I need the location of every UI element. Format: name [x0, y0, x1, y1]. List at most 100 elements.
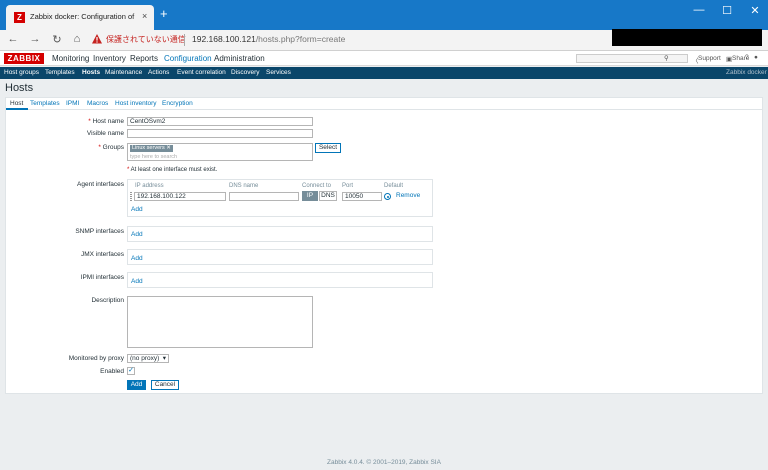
snmp-interfaces-box: Add	[127, 226, 433, 242]
select-groups-button[interactable]: Select	[315, 143, 341, 153]
cancel-button[interactable]: Cancel	[151, 380, 179, 390]
warning-icon[interactable]	[92, 34, 102, 44]
browser-titlebar: Z Zabbix docker: Configuration of × + — …	[0, 0, 768, 30]
interface-note: * At least one interface must exist.	[127, 167, 218, 173]
url-field[interactable]: 192.168.100.121/hosts.php?form=create	[192, 34, 345, 44]
group-search-placeholder[interactable]: type here to search	[130, 154, 177, 160]
enabled-label: Enabled	[100, 368, 124, 375]
connect-dns-button[interactable]: DNS	[319, 191, 337, 201]
url-path: /hosts.php?form=create	[255, 34, 346, 44]
agent-ip-field[interactable]: 192.168.100.122	[134, 192, 226, 201]
support-link[interactable]: Support	[698, 55, 721, 62]
menu-configuration[interactable]: Configuration	[164, 54, 212, 63]
minimize-icon[interactable]: —	[692, 4, 706, 16]
group-tag: Linux servers ✕	[130, 145, 173, 152]
sub-host-groups[interactable]: Host groups	[4, 69, 39, 76]
sub-actions[interactable]: Actions	[148, 69, 169, 76]
redacted-area	[612, 29, 762, 46]
tab-templates[interactable]: Templates	[30, 100, 60, 107]
groups-label-text: Groups	[102, 144, 124, 151]
add-agent-interface-link[interactable]: Add	[131, 206, 143, 213]
proxy-select[interactable]: (no proxy) ▾	[127, 354, 169, 363]
sub-event-correlation[interactable]: Event correlation	[177, 69, 226, 76]
zabbix-logo[interactable]: ZABBIX	[4, 53, 44, 64]
help-link[interactable]: ?	[745, 54, 749, 61]
sub-maintenance[interactable]: Maintenance	[105, 69, 142, 76]
window-close-icon[interactable]: ✕	[748, 4, 762, 17]
user-profile-icon[interactable]: ●	[754, 54, 758, 61]
port-header: Port	[342, 183, 354, 189]
url-host: 192.168.100.121	[192, 34, 256, 44]
tab-encryption[interactable]: Encryption	[162, 100, 193, 107]
group-tag-label: Linux servers	[132, 145, 165, 151]
tab-close-icon[interactable]: ×	[142, 11, 147, 21]
host-form-panel: Host Templates IPMI Macros Host inventor…	[5, 97, 763, 394]
menu-monitoring[interactable]: Monitoring	[52, 54, 89, 63]
reload-icon[interactable]: ↻	[50, 33, 64, 46]
default-header: Default	[384, 183, 404, 189]
ip-address-header: IP address	[135, 183, 164, 189]
host-name-label-text: Host name	[92, 118, 124, 125]
agent-interfaces-box: IP address DNS name Connect to Port Defa…	[127, 179, 433, 217]
visible-name-label: Visible name	[86, 130, 124, 137]
tab-ipmi[interactable]: IPMI	[66, 100, 79, 107]
add-snmp-interface-link[interactable]: Add	[131, 231, 143, 238]
drag-handle-icon[interactable]	[130, 192, 132, 201]
connect-ip-button[interactable]: IP	[302, 191, 318, 201]
groups-label: * Groups	[98, 144, 124, 151]
search-icon[interactable]: ⚲	[664, 54, 669, 62]
sub-discovery[interactable]: Discovery	[231, 69, 260, 76]
tab-title: Zabbix docker: Configuration of	[30, 12, 135, 21]
insecure-label[interactable]: 保護されていない通信	[106, 34, 186, 45]
agent-port-field[interactable]: 10050	[342, 192, 382, 201]
description-textarea[interactable]	[127, 296, 313, 348]
host-name-field[interactable]: CentOSvm2	[127, 117, 313, 126]
description-label: Description	[91, 297, 124, 304]
url-separator	[184, 34, 185, 46]
footer-copyright: Zabbix 4.0.4. © 2001–2019, Zabbix SIA	[327, 459, 441, 466]
sub-navigation: Host groups Templates Hosts Maintenance …	[0, 67, 768, 79]
search-input[interactable]	[576, 54, 688, 63]
proxy-value: (no proxy)	[130, 355, 160, 362]
remove-tag-icon[interactable]: ✕	[166, 145, 171, 151]
add-ipmi-interface-link[interactable]: Add	[131, 278, 143, 285]
host-name-label: * Host name	[88, 118, 124, 125]
ipmi-interfaces-box: Add	[127, 272, 433, 288]
interface-note-text: At least one interface must exist.	[130, 167, 218, 173]
server-name: Zabbix docker	[726, 69, 767, 76]
new-tab-icon[interactable]: +	[160, 7, 168, 20]
chevron-down-icon: ▾	[162, 355, 166, 362]
agent-dns-field[interactable]	[229, 192, 299, 201]
back-icon[interactable]: ←	[6, 33, 20, 45]
enabled-checkbox[interactable]: ✓	[127, 367, 135, 375]
agent-interfaces-label: Agent interfaces	[77, 181, 124, 188]
connect-to-header: Connect to	[302, 183, 332, 189]
menu-reports[interactable]: Reports	[130, 54, 158, 63]
proxy-label: Monitored by proxy	[68, 355, 124, 362]
tab-host-inventory[interactable]: Host inventory	[115, 100, 157, 107]
active-tab-indicator	[6, 108, 28, 110]
maximize-icon[interactable]: ☐	[720, 4, 734, 17]
default-radio[interactable]	[384, 193, 391, 200]
forward-icon[interactable]: →	[28, 33, 42, 45]
add-button[interactable]: Add	[127, 380, 146, 390]
snmp-interfaces-label: SNMP interfaces	[75, 228, 124, 235]
sub-hosts[interactable]: Hosts	[82, 69, 100, 76]
tab-host[interactable]: Host	[10, 100, 23, 107]
groups-multiselect[interactable]: Linux servers ✕ type here to search	[127, 143, 313, 161]
add-jmx-interface-link[interactable]: Add	[131, 255, 143, 262]
visible-name-field[interactable]	[127, 129, 313, 138]
menu-administration[interactable]: Administration	[214, 54, 265, 63]
sub-services[interactable]: Services	[266, 69, 291, 76]
sub-templates[interactable]: Templates	[45, 69, 75, 76]
dns-name-header: DNS name	[229, 183, 259, 189]
form-tabs: Host Templates IPMI Macros Host inventor…	[6, 98, 762, 110]
menu-inventory[interactable]: Inventory	[93, 54, 126, 63]
radio-dot	[386, 195, 389, 198]
tab-macros[interactable]: Macros	[87, 100, 108, 107]
home-icon[interactable]: ⌂	[70, 33, 84, 45]
remove-interface-link[interactable]: Remove	[396, 192, 420, 199]
jmx-interfaces-box: Add	[127, 249, 433, 265]
page-title: Hosts	[5, 82, 34, 94]
browser-tab[interactable]: Z Zabbix docker: Configuration of ×	[6, 5, 154, 30]
